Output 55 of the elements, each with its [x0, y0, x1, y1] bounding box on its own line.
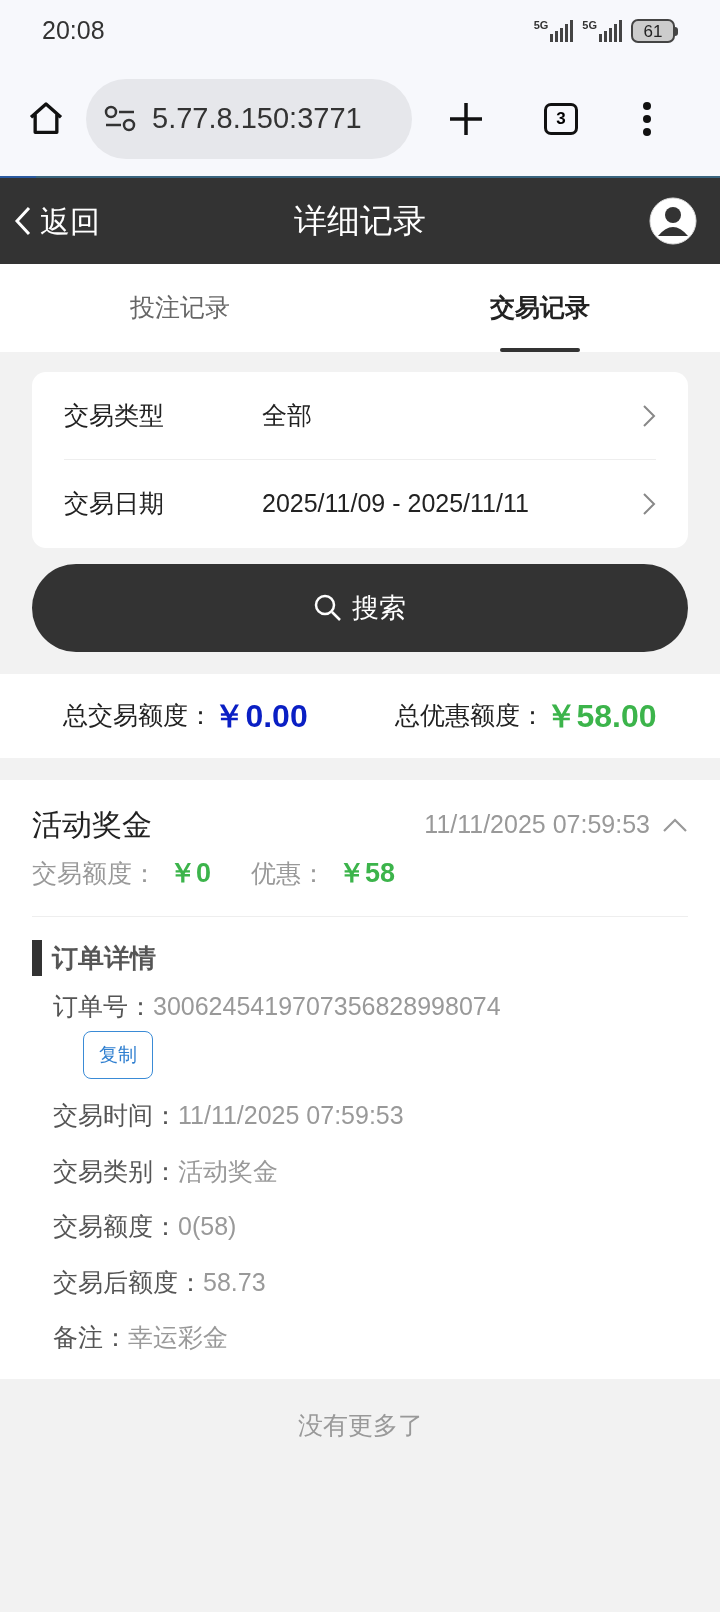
battery-indicator: 61	[631, 19, 675, 43]
back-button[interactable]: 返回	[14, 198, 100, 244]
amount-label: 交易额度：	[32, 857, 157, 889]
site-settings-icon	[104, 105, 136, 133]
total-label: 总优惠额度：	[394, 700, 545, 732]
filter-value: 2025/11/09 - 2025/11/11	[262, 488, 529, 520]
chevron-right-icon	[642, 492, 656, 516]
network-type: 5G	[582, 20, 597, 31]
address-bar[interactable]: 5.77.8.150:3771	[86, 79, 412, 159]
signal-icon	[550, 20, 575, 42]
chevron-right-icon	[642, 403, 656, 428]
more-menu-icon	[642, 101, 652, 137]
tab-count[interactable]: 3	[544, 103, 578, 135]
detail-label: 交易时间：	[53, 1100, 178, 1131]
page-title: 详细记录	[294, 202, 426, 240]
detail-label: 订单号：	[53, 990, 153, 1022]
copy-button[interactable]: 复制	[83, 1031, 153, 1079]
clock: 20:08	[42, 15, 105, 47]
detail-label: 交易类别：	[53, 1155, 178, 1187]
chevron-left-icon	[14, 206, 32, 236]
amount-value: ￥0	[169, 857, 212, 890]
total-amount: ￥58.00	[544, 697, 657, 736]
detail-label: 备注：	[53, 1322, 128, 1353]
detail-value: 11/11/2025 07:59:53	[178, 1100, 404, 1131]
detail-label: 交易后额度：	[53, 1266, 203, 1298]
bonus-label: 优惠：	[251, 857, 327, 889]
search-icon	[314, 594, 342, 622]
record-time: 11/11/2025 07:59:53	[424, 808, 650, 840]
order-number: 3006245419707356828998074	[153, 990, 501, 1022]
filter-row[interactable]: 交易类型 全部	[64, 372, 656, 460]
filter-value: 全部	[262, 399, 312, 431]
filter-row[interactable]: 交易日期 2025/11/09 - 2025/11/11	[64, 460, 656, 548]
section-title: 订单详情	[52, 941, 156, 975]
total-label: 总交易额度：	[63, 700, 214, 732]
record-title: 活动奖金	[32, 807, 152, 843]
avatar-icon	[648, 196, 698, 246]
network-type: 5G	[533, 20, 549, 31]
filter-label: 交易类型	[64, 399, 165, 431]
detail-label: 交易额度：	[53, 1211, 178, 1242]
tab[interactable]: 投注记录	[0, 264, 360, 352]
detail-value: 活动奖金	[178, 1155, 278, 1187]
detail-value: 58.73	[203, 1266, 266, 1298]
tab[interactable]: 交易记录	[360, 264, 720, 352]
section-marker	[32, 940, 42, 976]
end-of-list-text: 没有更多了	[297, 1410, 423, 1439]
filter-label: 交易日期	[64, 488, 165, 520]
signal-icon	[599, 20, 623, 42]
bonus-value: ￥58	[338, 857, 396, 890]
plus-icon	[448, 101, 484, 137]
search-button[interactable]: 搜索	[32, 564, 688, 652]
detail-value: 幸运彩金	[128, 1322, 228, 1353]
chevron-up-icon[interactable]	[662, 816, 688, 833]
total-amount: ￥0.00	[213, 697, 308, 736]
url-text: 5.77.8.150:3771	[152, 101, 362, 137]
detail-value: 0(58)	[178, 1211, 237, 1242]
